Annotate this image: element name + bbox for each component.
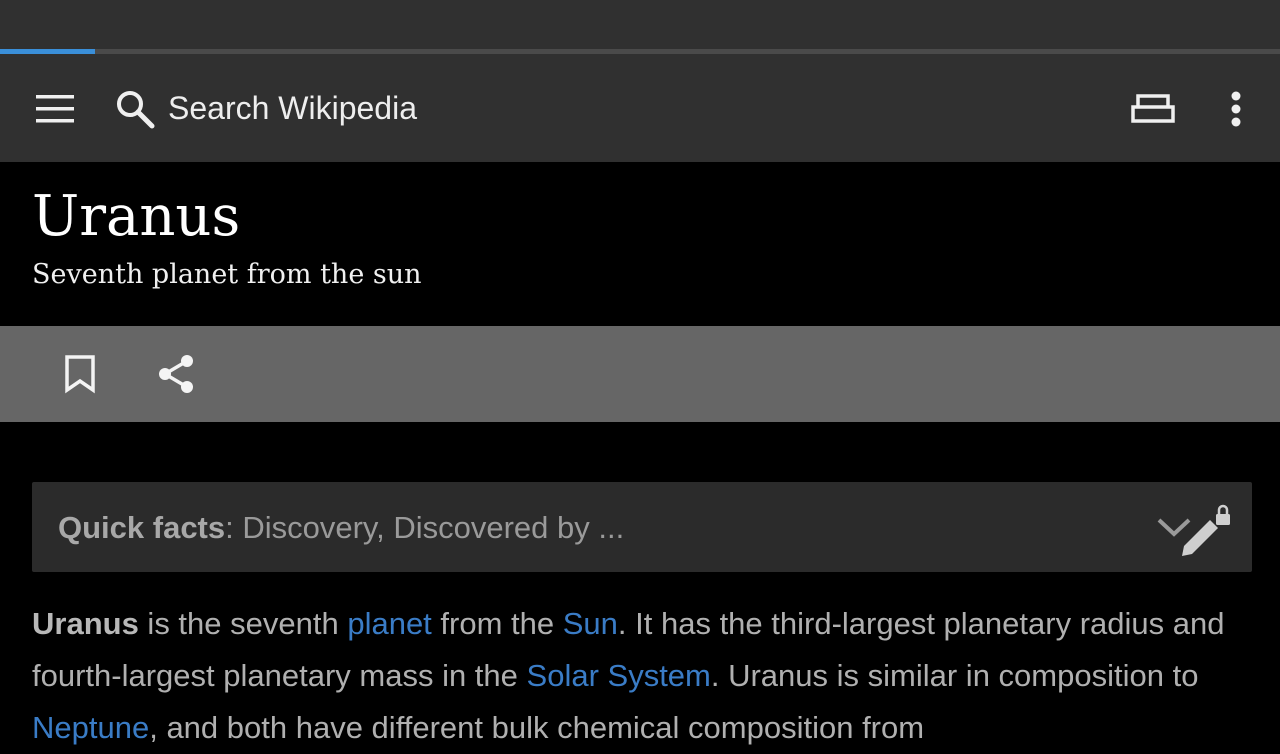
link-planet[interactable]: planet xyxy=(347,606,431,641)
quick-facts-summary: Quick facts: Discovery, Discovered by ..… xyxy=(58,508,624,548)
status-strip xyxy=(0,0,1280,56)
tabs-button[interactable] xyxy=(1126,86,1180,132)
app-toolbar: Search Wikipedia xyxy=(0,56,1280,162)
link-neptune[interactable]: Neptune xyxy=(32,710,149,745)
more-vert-icon xyxy=(1231,91,1241,127)
tabs-icon xyxy=(1131,94,1175,123)
link-solar-system[interactable]: Solar System xyxy=(527,658,711,693)
bookmark-button[interactable] xyxy=(56,350,104,398)
page-load-progress-fill xyxy=(0,49,95,54)
share-button[interactable] xyxy=(152,350,200,398)
article-action-bar xyxy=(0,326,1280,422)
menu-button[interactable] xyxy=(24,86,88,132)
edit-locked-icon[interactable] xyxy=(1176,504,1232,556)
page-title: Uranus xyxy=(32,184,241,249)
article-header: Uranus Seventh planet from the sun xyxy=(0,162,1280,326)
paragraph-text: from the xyxy=(431,606,563,641)
quick-facts-box[interactable]: Quick facts: Discovery, Discovered by ..… xyxy=(32,482,1252,572)
quick-facts-items: : Discovery, Discovered by ... xyxy=(225,510,625,545)
bold-term: Uranus xyxy=(32,606,139,641)
share-icon xyxy=(159,355,193,393)
paragraph-text: , and both have different bulk chemical … xyxy=(149,710,925,745)
page-load-progress xyxy=(0,49,1280,54)
menu-icon xyxy=(36,95,74,123)
quick-facts-label: Quick facts xyxy=(58,510,226,545)
link-sun[interactable]: Sun xyxy=(563,606,618,641)
overflow-menu-button[interactable] xyxy=(1212,84,1260,134)
paragraph-text: . Uranus is similar in composition to xyxy=(710,658,1199,693)
bookmark-icon xyxy=(65,355,95,394)
paragraph-text: is the seventh xyxy=(138,606,348,641)
search-icon[interactable] xyxy=(114,88,156,130)
article-lead-paragraph: Uranus is the seventh planet from the Su… xyxy=(32,598,1250,754)
page-description: Seventh planet from the sun xyxy=(32,259,422,290)
search-input[interactable]: Search Wikipedia xyxy=(168,86,417,130)
